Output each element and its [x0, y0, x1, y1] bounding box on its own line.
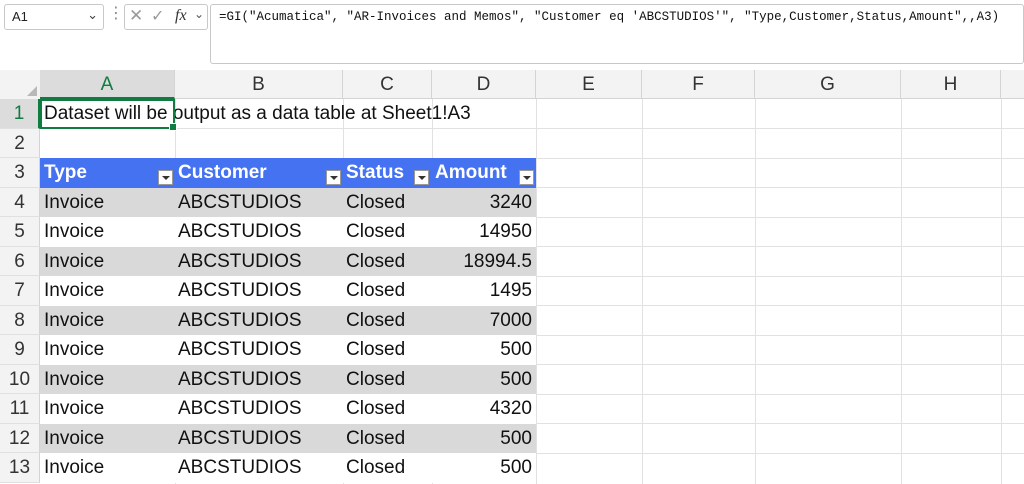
select-all-corner[interactable] — [0, 70, 41, 100]
column-header-h[interactable]: H — [901, 70, 1001, 99]
table-cell-status[interactable]: Closed — [346, 335, 405, 365]
filter-dropdown-icon[interactable] — [414, 170, 429, 185]
table-cell-amount[interactable]: 500 — [432, 424, 532, 454]
row-header-13[interactable]: 13 — [0, 453, 40, 483]
table-cell-type[interactable]: Invoice — [44, 276, 104, 306]
table-cell-status[interactable]: Closed — [346, 394, 405, 424]
formula-controls: ✕ ✓ fx ⌄ — [124, 4, 208, 30]
table-header-customer[interactable]: Customer — [178, 158, 267, 188]
table-cell-type[interactable]: Invoice — [44, 424, 104, 454]
filter-dropdown-icon[interactable] — [519, 170, 534, 185]
more-options-icon[interactable]: ⋮ — [108, 6, 124, 22]
row-header-9[interactable]: 9 — [0, 335, 40, 365]
row-header-8[interactable]: 8 — [0, 305, 40, 335]
row-header-1[interactable]: 1 — [0, 99, 40, 129]
row-header-12[interactable]: 12 — [0, 423, 40, 453]
check-icon[interactable]: ✓ — [151, 6, 164, 26]
row-header-5[interactable]: 5 — [0, 217, 40, 247]
fill-handle[interactable] — [169, 122, 177, 131]
column-header-d[interactable]: D — [432, 70, 536, 99]
table-cell-amount[interactable]: 3240 — [432, 188, 532, 218]
table-cell-amount[interactable]: 14950 — [432, 217, 532, 247]
chevron-down-icon[interactable]: ⌄ — [194, 7, 204, 21]
table-cell-customer[interactable]: ABCSTUDIOS — [178, 365, 302, 395]
column-header-c[interactable]: C — [343, 70, 432, 99]
column-header-b[interactable]: B — [175, 70, 343, 99]
table-header-status[interactable]: Status — [346, 158, 404, 188]
active-cell-selection — [40, 99, 177, 131]
table-cell-customer[interactable]: ABCSTUDIOS — [178, 335, 302, 365]
table-cell-status[interactable]: Closed — [346, 247, 405, 277]
table-cell-type[interactable]: Invoice — [44, 217, 104, 247]
table-cell-amount[interactable]: 18994.5 — [432, 247, 532, 277]
table-cell-amount[interactable]: 1495 — [432, 276, 532, 306]
close-icon[interactable]: ✕ — [129, 6, 143, 26]
formula-input[interactable]: =GI("Acumatica", "AR-Invoices and Memos"… — [210, 4, 1024, 64]
column-header-a[interactable]: A — [40, 70, 175, 99]
table-cell-type[interactable]: Invoice — [44, 394, 104, 424]
table-cell-status[interactable]: Closed — [346, 453, 405, 483]
chevron-down-icon[interactable]: ⌄ — [87, 7, 98, 23]
table-cell-type[interactable]: Invoice — [44, 247, 104, 277]
table-cell-type[interactable]: Invoice — [44, 335, 104, 365]
table-cell-status[interactable]: Closed — [346, 217, 405, 247]
table-cell-customer[interactable]: ABCSTUDIOS — [178, 217, 302, 247]
table-cell-type[interactable]: Invoice — [44, 188, 104, 218]
row-header-6[interactable]: 6 — [0, 246, 40, 276]
table-cell-customer[interactable]: ABCSTUDIOS — [178, 247, 302, 277]
row-header-7[interactable]: 7 — [0, 276, 40, 306]
table-cell-status[interactable]: Closed — [346, 276, 405, 306]
column-header-e[interactable]: E — [536, 70, 642, 99]
table-cell-type[interactable]: Invoice — [44, 306, 104, 336]
table-cell-status[interactable]: Closed — [346, 188, 405, 218]
formula-text: =GI("Acumatica", "AR-Invoices and Memos"… — [219, 10, 1000, 24]
table-cell-amount[interactable]: 4320 — [432, 394, 532, 424]
table-cell-customer[interactable]: ABCSTUDIOS — [178, 188, 302, 218]
spreadsheet-grid[interactable]: A B C D E F G H 1 2 3 4 5 6 7 8 9 10 11 … — [0, 70, 1024, 484]
filter-dropdown-icon[interactable] — [158, 170, 173, 185]
row-header-10[interactable]: 10 — [0, 364, 40, 394]
table-cell-amount[interactable]: 7000 — [432, 306, 532, 336]
table-cell-status[interactable]: Closed — [346, 424, 405, 454]
table-cell-type[interactable]: Invoice — [44, 365, 104, 395]
table-cell-type[interactable]: Invoice — [44, 453, 104, 483]
select-all-icon — [27, 86, 37, 96]
name-box-value: A1 — [12, 9, 28, 24]
table-cell-status[interactable]: Closed — [346, 306, 405, 336]
column-header-g[interactable]: G — [755, 70, 901, 99]
column-header-overflow — [1001, 70, 1024, 99]
table-header-type[interactable]: Type — [44, 158, 87, 188]
table-cell-customer[interactable]: ABCSTUDIOS — [178, 394, 302, 424]
table-header-amount[interactable]: Amount — [435, 158, 507, 188]
table-cell-customer[interactable]: ABCSTUDIOS — [178, 306, 302, 336]
row-header-2[interactable]: 2 — [0, 128, 40, 158]
filter-dropdown-icon[interactable] — [326, 170, 341, 185]
table-cell-status[interactable]: Closed — [346, 365, 405, 395]
table-cell-customer[interactable]: ABCSTUDIOS — [178, 453, 302, 483]
table-cell-amount[interactable]: 500 — [432, 335, 532, 365]
row-header-4[interactable]: 4 — [0, 187, 40, 217]
formula-bar: A1 ⌄ ⋮ ✕ ✓ fx ⌄ =GI("Acumatica", "AR-Inv… — [0, 0, 1024, 70]
row-header-11[interactable]: 11 — [0, 394, 40, 424]
table-cell-amount[interactable]: 500 — [432, 453, 532, 483]
table-cell-customer[interactable]: ABCSTUDIOS — [178, 424, 302, 454]
table-cell-amount[interactable]: 500 — [432, 365, 532, 395]
table-cell-customer[interactable]: ABCSTUDIOS — [178, 276, 302, 306]
fx-icon[interactable]: fx — [175, 7, 187, 25]
column-header-f[interactable]: F — [642, 70, 755, 99]
name-box[interactable]: A1 ⌄ — [4, 4, 104, 30]
row-header-3[interactable]: 3 — [0, 158, 40, 188]
